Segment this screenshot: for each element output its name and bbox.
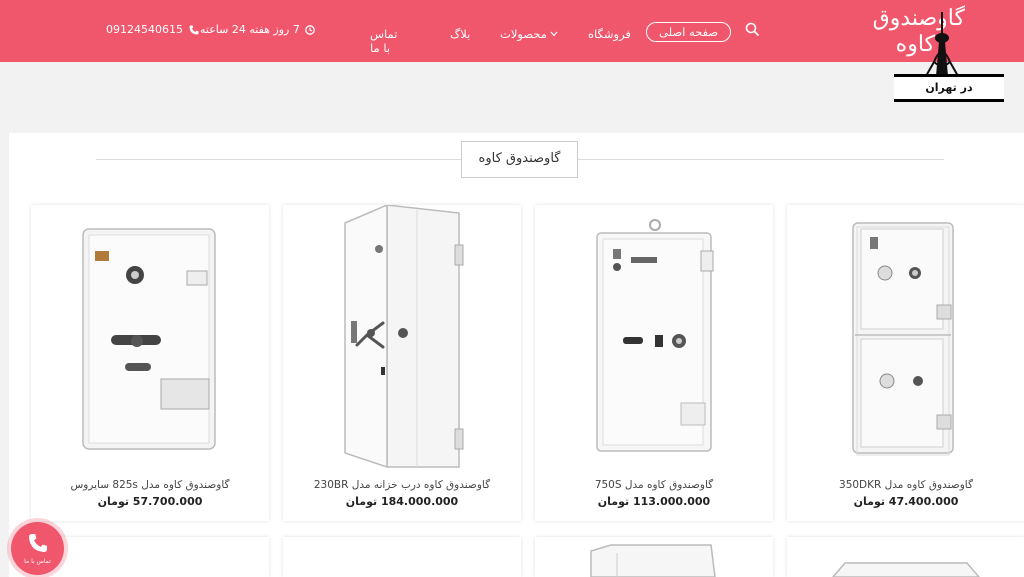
product-card-partial[interactable] — [535, 537, 773, 577]
product-name[interactable]: گاوصندوق کاوه مدل 825s سایروس — [31, 479, 269, 491]
call-us-button[interactable]: تماس با ما — [11, 522, 64, 575]
product-price: 184.000.000 تومان — [345, 495, 459, 508]
product-price: 47.400.000 تومان — [853, 495, 959, 508]
milad-tower-icon — [925, 12, 959, 76]
clock-icon — [305, 24, 315, 35]
product-image[interactable] — [31, 205, 269, 471]
product-image[interactable] — [535, 205, 773, 471]
logo-tagline: در تهران — [894, 74, 1004, 102]
nav-blog[interactable]: بلاگ — [450, 23, 470, 45]
product-image — [590, 544, 716, 577]
header-phone[interactable]: 09124540615 — [106, 23, 199, 36]
product-name[interactable]: گاوصندوق کاوه مدل 350DKR — [787, 479, 1024, 491]
product-card[interactable]: گاوصندوق کاوه مدل 750S 113.000.000 تومان — [535, 205, 773, 521]
nav-contact[interactable]: تماس با ما — [370, 23, 397, 59]
section-title: گاوصندوق کاوه — [461, 141, 578, 178]
product-card-partial[interactable] — [787, 537, 1024, 577]
nav-home[interactable]: صفحه اصلی — [646, 22, 732, 42]
site-logo[interactable]: گاوصندوق کاوه در تهران — [830, 2, 1015, 102]
product-card[interactable]: گاوصندوق کاوه درب خزانه مدل 230BR 184.00… — [283, 205, 521, 521]
product-card-partial[interactable] — [31, 537, 269, 577]
phone-number: 09124540615 — [106, 23, 183, 36]
product-price: 57.700.000 تومان — [97, 495, 203, 508]
call-us-label: تماس با ما — [24, 558, 51, 565]
nav-products-label: محصولات — [500, 27, 547, 41]
nav-shop[interactable]: فروشگاه — [588, 23, 631, 45]
product-image[interactable] — [283, 205, 521, 471]
hours-text: 7 روز هفته 24 ساعته — [200, 23, 300, 36]
search-icon[interactable] — [745, 22, 759, 36]
phone-icon — [29, 534, 47, 552]
product-name[interactable]: گاوصندوق کاوه درب خزانه مدل 230BR — [283, 479, 521, 491]
product-name[interactable]: گاوصندوق کاوه مدل 750S — [535, 479, 773, 491]
product-price: 113.000.000 تومان — [597, 495, 711, 508]
product-card[interactable]: گاوصندوق کاوه مدل 350DKR 47.400.000 توما… — [787, 205, 1024, 521]
header-hours: 7 روز هفته 24 ساعته — [200, 23, 315, 36]
product-image[interactable] — [787, 205, 1024, 471]
product-card[interactable]: گاوصندوق کاوه مدل 825s سایروس 57.700.000… — [31, 205, 269, 521]
phone-icon — [189, 25, 199, 34]
nav-products[interactable]: محصولات — [500, 23, 558, 45]
product-image — [832, 562, 980, 577]
product-card-partial[interactable] — [283, 537, 521, 577]
chevron-down-icon — [550, 31, 558, 37]
